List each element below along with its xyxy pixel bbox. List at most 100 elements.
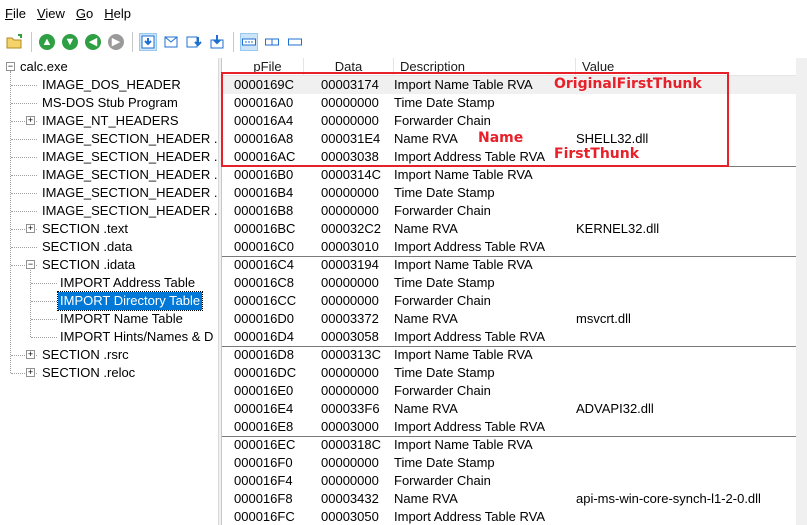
table-row[interactable]: 000016E4 000033F6 Name RVA ADVAPI32.dll (222, 400, 807, 418)
table-row[interactable]: 000016D4 00003058 Import Address Table RVA (222, 328, 807, 346)
tree-item[interactable]: IMAGE_SECTION_HEADER . (40, 202, 218, 220)
import-directory-list: pFile Data Description Value 0000169C 000… (222, 58, 807, 525)
table-row[interactable]: 000016C4 00003194 Import Name Table RVA (222, 256, 807, 274)
table-row[interactable]: 000016F8 00003432 Name RVA api-ms-win-core-… (222, 490, 807, 508)
menu-view[interactable]: View (32, 0, 71, 28)
tree-item-import[interactable]: IMPORT Address Table (58, 274, 197, 292)
tree-item[interactable]: IMAGE_SECTION_HEADER . (40, 184, 218, 202)
column-header-description[interactable]: Description (394, 58, 576, 76)
menu-file[interactable]: File (0, 0, 32, 28)
tree-item[interactable]: SECTION .idata (40, 256, 137, 274)
cell-value: KERNEL32.dll (576, 221, 660, 236)
tree-expand-box[interactable]: + (26, 224, 35, 233)
table-row[interactable]: 000016B0 0000314C Import Name Table RVA (222, 166, 807, 184)
table-row[interactable]: 000016C0 00003010 Import Address Table RVA (222, 238, 807, 256)
toolbar-separator (31, 32, 32, 52)
tree-collapse-box[interactable]: − (6, 62, 15, 71)
cell-data: 00000000 (321, 365, 379, 380)
cell-data: 0000313C (321, 347, 381, 362)
open-file-button[interactable] (6, 33, 24, 51)
cell-pfile: 000016D8 (234, 347, 294, 362)
table-row[interactable]: 000016A0 00000000 Time Date Stamp (222, 94, 807, 112)
go-forward-button[interactable]: ▶ (107, 33, 125, 51)
tree-expand-box[interactable]: + (26, 116, 35, 125)
view-import-button[interactable] (208, 33, 226, 51)
go-up-button[interactable]: ▲ (38, 33, 56, 51)
tree-guide-line (31, 301, 57, 302)
table-row[interactable]: 000016D8 0000313C Import Name Table RVA (222, 346, 807, 364)
table-row[interactable]: 000016CC 00000000 Forwarder Chain (222, 292, 807, 310)
cell-pfile: 000016B4 (234, 185, 294, 200)
table-row[interactable]: 000016EC 0000318C Import Name Table RVA (222, 436, 807, 454)
cell-description: Forwarder Chain (394, 383, 491, 398)
go-forward-icon: ▶ (108, 34, 124, 50)
tree-guide-line (31, 337, 57, 338)
menu-go[interactable]: Go (71, 0, 99, 28)
tree-item[interactable]: SECTION .rsrc (40, 346, 131, 364)
view-list-button[interactable] (263, 33, 281, 51)
view-hex-button[interactable] (139, 33, 157, 51)
toolbar: ▲ ▼ ◀ ▶ (0, 28, 807, 56)
cell-description: Name RVA (394, 491, 458, 506)
tree-item-import[interactable]: IMPORT Hints/Names & D (58, 328, 215, 346)
cell-data: 00000000 (321, 455, 379, 470)
table-row[interactable]: 000016D0 00003372 Name RVA msvcrt.dll (222, 310, 807, 328)
cell-description: Import Name Table RVA (394, 77, 533, 92)
cell-description: Import Address Table RVA (394, 329, 546, 344)
table-row[interactable]: 000016DC 00000000 Time Date Stamp (222, 364, 807, 382)
tree-item-import[interactable]: IMPORT Name Table (58, 310, 185, 328)
tree-item[interactable]: IMAGE_SECTION_HEADER . (40, 166, 218, 184)
tree-item[interactable]: MS-DOS Stub Program (40, 94, 180, 112)
cell-pfile: 000016E8 (234, 419, 294, 434)
cell-description: Import Name Table RVA (394, 347, 533, 362)
tree-item[interactable]: SECTION .reloc (40, 364, 137, 382)
go-down-button[interactable]: ▼ (61, 33, 79, 51)
view-details-button[interactable] (240, 33, 258, 51)
table-row[interactable]: 0000169C 00003174 Import Name Table RVA (222, 76, 807, 94)
cell-pfile: 000016F4 (234, 473, 293, 488)
vertical-scrollbar[interactable] (796, 58, 807, 525)
tree-item[interactable]: IMAGE_SECTION_HEADER . (40, 148, 218, 166)
table-row[interactable]: 000016B4 00000000 Time Date Stamp (222, 184, 807, 202)
view-down-button[interactable] (185, 33, 203, 51)
toolbar-separator (233, 32, 234, 52)
menu-bar: File View Go Help (0, 0, 807, 28)
tree-item[interactable]: SECTION .text (40, 220, 130, 238)
column-header-data[interactable]: Data (304, 58, 394, 76)
annotation-first-thunk: FirstThunk (554, 146, 640, 162)
table-row[interactable]: 000016B8 00000000 Forwarder Chain (222, 202, 807, 220)
tree-guide-line (11, 85, 37, 86)
cell-pfile: 000016B8 (234, 203, 294, 218)
cell-data: 00000000 (321, 185, 379, 200)
tree-item[interactable]: IMAGE_DOS_HEADER (40, 76, 183, 94)
cell-data: 00000000 (321, 473, 379, 488)
view-single-button[interactable] (286, 33, 304, 51)
tree-expand-box[interactable]: + (26, 350, 35, 359)
tree-item-import[interactable]: IMPORT Directory Table (56, 291, 204, 311)
table-row[interactable]: 000016F0 00000000 Time Date Stamp (222, 454, 807, 472)
table-row[interactable]: 000016C8 00000000 Time Date Stamp (222, 274, 807, 292)
table-row[interactable]: 000016FC 00003050 Import Address Table RVA (222, 508, 807, 525)
tree-item[interactable]: SECTION .data (40, 238, 134, 256)
column-header-value[interactable]: Value (576, 58, 807, 76)
menu-help-mnemonic: H (104, 6, 114, 21)
tree-item[interactable]: IMAGE_SECTION_HEADER . (40, 130, 218, 148)
column-header-pfile[interactable]: pFile (222, 58, 304, 76)
annotation-original-first-thunk: OriginalFirstThunk (554, 76, 702, 92)
tree-guide-line (11, 103, 37, 104)
table-row[interactable]: 000016E0 00000000 Forwarder Chain (222, 382, 807, 400)
view-mail-button[interactable] (162, 33, 180, 51)
tree-item[interactable]: IMAGE_NT_HEADERS (40, 112, 181, 130)
tree-item-root[interactable]: calc.exe (20, 58, 68, 76)
table-row[interactable]: 000016A4 00000000 Forwarder Chain (222, 112, 807, 130)
table-row[interactable]: 000016F4 00000000 Forwarder Chain (222, 472, 807, 490)
cell-pfile: 000016C4 (234, 257, 294, 272)
tree-expand-box[interactable]: + (26, 368, 35, 377)
cell-data: 00003038 (321, 149, 379, 164)
menu-help[interactable]: Help (99, 0, 137, 28)
go-back-button[interactable]: ◀ (84, 33, 102, 51)
table-row[interactable]: 000016E8 00003000 Import Address Table RVA (222, 418, 807, 436)
table-row[interactable]: 000016AC 00003038 Import Address Table RVA (222, 148, 807, 166)
table-row[interactable]: 000016BC 000032C2 Name RVA KERNEL32.dll (222, 220, 807, 238)
tree-collapse-box[interactable]: − (26, 260, 35, 269)
